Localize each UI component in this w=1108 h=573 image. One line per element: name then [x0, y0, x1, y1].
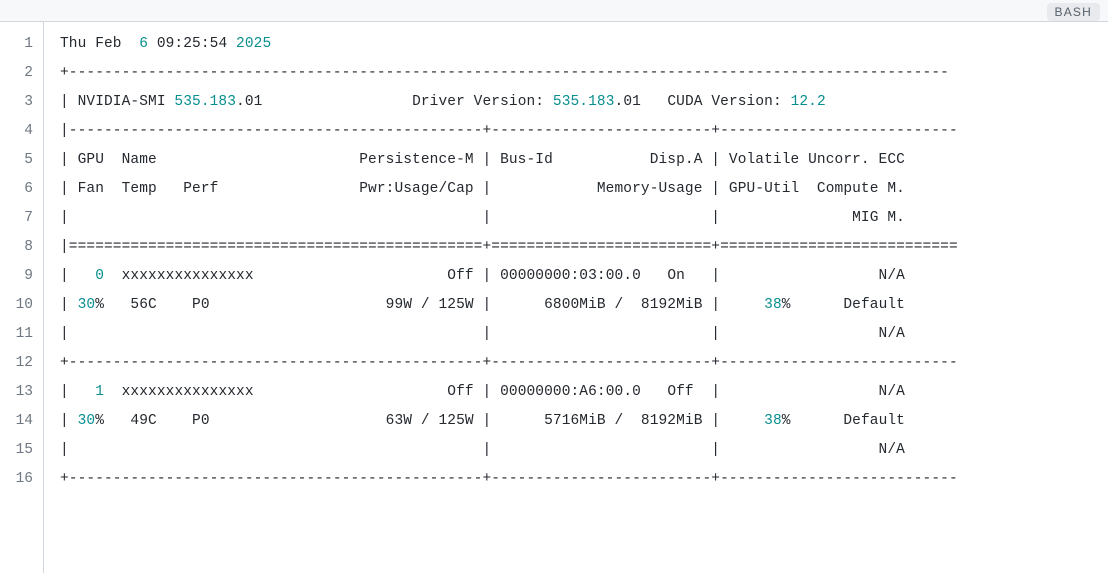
- top-bar: BASH: [0, 0, 1108, 22]
- line-number: 11: [0, 320, 33, 349]
- line-number: 4: [0, 117, 33, 146]
- line-number: 3: [0, 88, 33, 117]
- code-content[interactable]: Thu Feb 6 09:25:54 2025 +---------------…: [44, 22, 1108, 573]
- line-number: 13: [0, 378, 33, 407]
- line-number: 7: [0, 204, 33, 233]
- language-badge: BASH: [1047, 3, 1100, 21]
- line-number: 14: [0, 407, 33, 436]
- line-number: 10: [0, 291, 33, 320]
- code-area: 12345678910111213141516 Thu Feb 6 09:25:…: [0, 22, 1108, 573]
- line-number: 6: [0, 175, 33, 204]
- line-number-gutter: 12345678910111213141516: [0, 22, 44, 573]
- line-number: 9: [0, 262, 33, 291]
- line-number: 16: [0, 465, 33, 494]
- line-number: 8: [0, 233, 33, 262]
- line-number: 15: [0, 436, 33, 465]
- line-number: 2: [0, 59, 33, 88]
- line-number: 5: [0, 146, 33, 175]
- line-number: 1: [0, 30, 33, 59]
- line-number: 12: [0, 349, 33, 378]
